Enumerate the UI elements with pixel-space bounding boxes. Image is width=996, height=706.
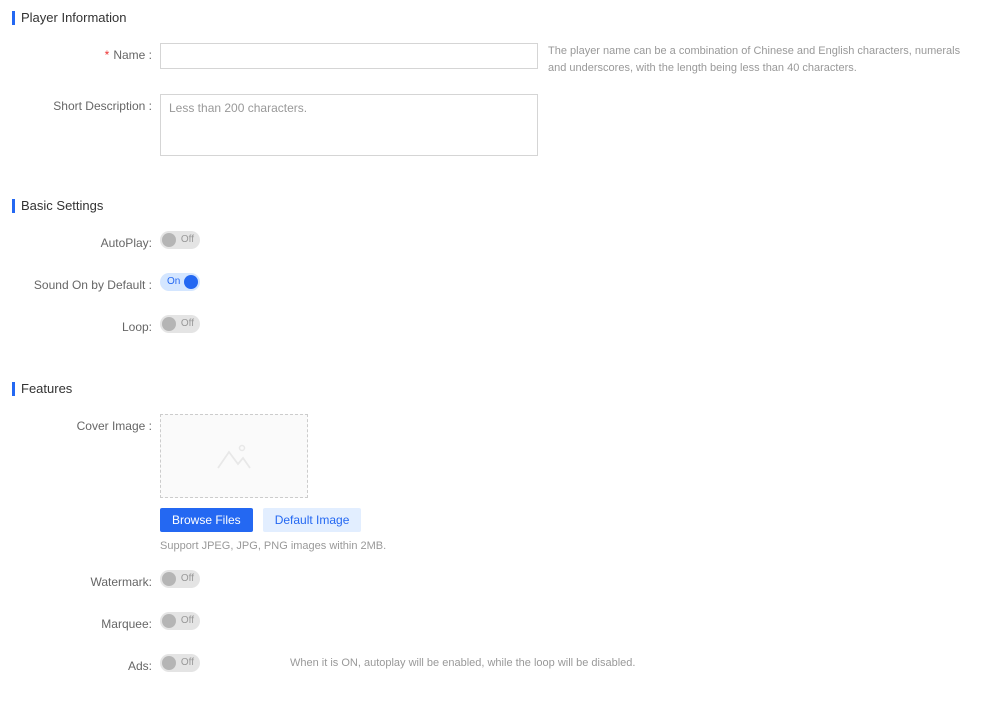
toggle-state-label: Off (181, 573, 194, 584)
toggle-knob-icon (162, 656, 176, 670)
toggle-knob-icon (162, 614, 176, 628)
section-title: Player Information (21, 10, 127, 25)
section-basic-settings: Basic Settings (12, 198, 996, 213)
section-bar-icon (12, 11, 15, 25)
default-image-button[interactable]: Default Image (263, 508, 362, 532)
autoplay-toggle[interactable]: Off (160, 231, 200, 249)
ads-hint: When it is ON, autoplay will be enabled,… (290, 654, 635, 672)
watermark-toggle[interactable]: Off (160, 570, 200, 588)
name-hint: The player name can be a combination of … (548, 43, 978, 76)
section-bar-icon (12, 382, 15, 396)
toggle-knob-icon (162, 317, 176, 331)
row-loop: Loop: Off (0, 315, 996, 339)
label-name: *Name : (0, 43, 160, 67)
label-cover-image: Cover Image : (0, 414, 160, 438)
short-description-input[interactable] (160, 94, 538, 156)
row-cover-image: Cover Image : Browse Files Default Image… (0, 414, 996, 552)
label-watermark: Watermark: (0, 570, 160, 594)
required-asterisk: * (105, 48, 110, 62)
toggle-knob-icon (162, 233, 176, 247)
toggle-state-label: Off (181, 234, 194, 245)
label-autoplay: AutoPlay: (0, 231, 160, 255)
name-input[interactable] (160, 43, 538, 69)
section-player-information: Player Information (12, 10, 996, 25)
toggle-state-label: Off (181, 657, 194, 668)
label-short-description: Short Description : (0, 94, 160, 118)
row-watermark: Watermark: Off (0, 570, 996, 594)
toggle-state-label: On (167, 276, 180, 287)
row-short-description: Short Description : (0, 94, 996, 156)
label-marquee: Marquee: (0, 612, 160, 636)
row-autoplay: AutoPlay: Off (0, 231, 996, 255)
label-loop: Loop: (0, 315, 160, 339)
image-placeholder-icon (216, 442, 252, 470)
label-sound-on: Sound On by Default : (0, 273, 160, 297)
marquee-toggle[interactable]: Off (160, 612, 200, 630)
section-features: Features (12, 381, 996, 396)
toggle-state-label: Off (181, 318, 194, 329)
row-ads: Ads: Off When it is ON, autoplay will be… (0, 654, 996, 678)
row-name: *Name : The player name can be a combina… (0, 43, 996, 76)
row-sound-on: Sound On by Default : On (0, 273, 996, 297)
section-title: Basic Settings (21, 198, 103, 213)
ads-toggle[interactable]: Off (160, 654, 200, 672)
sound-on-toggle[interactable]: On (160, 273, 200, 291)
toggle-state-label: Off (181, 615, 194, 626)
cover-image-dropzone[interactable] (160, 414, 308, 498)
section-title: Features (21, 381, 72, 396)
loop-toggle[interactable]: Off (160, 315, 200, 333)
cover-support-hint: Support JPEG, JPG, PNG images within 2MB… (160, 540, 386, 552)
row-marquee: Marquee: Off (0, 612, 996, 636)
section-bar-icon (12, 199, 15, 213)
label-ads: Ads: (0, 654, 160, 678)
browse-files-button[interactable]: Browse Files (160, 508, 253, 532)
toggle-knob-icon (184, 275, 198, 289)
